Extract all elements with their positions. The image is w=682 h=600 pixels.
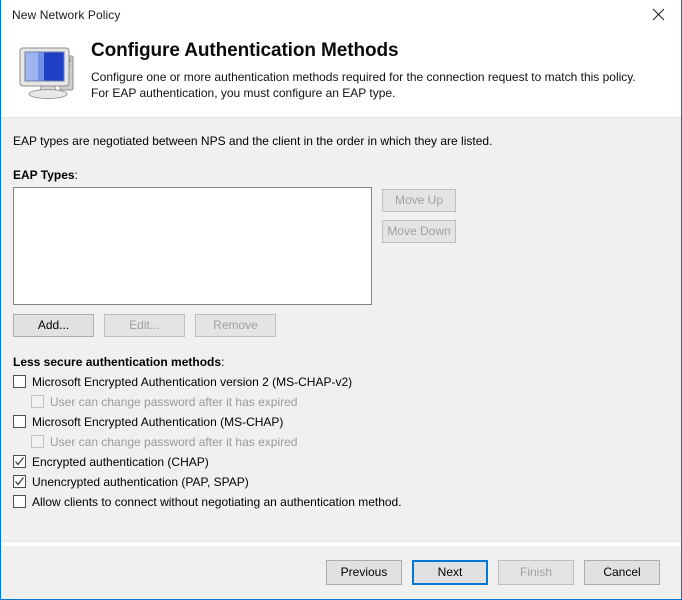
dialog-footer: Previous Next Finish Cancel	[1, 546, 681, 599]
less-secure-label-colon: :	[221, 355, 225, 369]
computer-monitor-icon	[11, 34, 91, 117]
window-title: New Network Policy	[12, 8, 121, 22]
checkbox-no-negotiation[interactable]	[13, 495, 26, 508]
intro-text: EAP types are negotiated between NPS and…	[13, 134, 493, 148]
checkbox-label-chap: Encrypted authentication (CHAP)	[32, 454, 209, 469]
cancel-button[interactable]: Cancel	[584, 560, 660, 585]
checkbox-chap[interactable]	[13, 455, 26, 468]
move-down-button[interactable]: Move Down	[382, 220, 456, 243]
edit-button[interactable]: Edit...	[104, 314, 185, 337]
add-button[interactable]: Add...	[13, 314, 94, 337]
eap-types-label: EAP Types:	[13, 168, 669, 182]
checkbox-pap-spap[interactable]	[13, 475, 26, 488]
dialog-body: EAP types are negotiated between NPS and…	[1, 118, 681, 541]
eap-types-label-text: EAP Types	[13, 168, 75, 182]
remove-button[interactable]: Remove	[195, 314, 276, 337]
new-network-policy-dialog: New Network Policy Configure Authenticat…	[0, 0, 682, 600]
less-secure-methods-label: Less secure authentication methods:	[13, 355, 669, 369]
eap-types-row: Move Up Move Down	[13, 187, 669, 305]
eap-types-list[interactable]	[13, 187, 372, 305]
title-bar: New Network Policy	[1, 0, 681, 30]
eap-order-buttons: Move Up Move Down	[382, 187, 456, 243]
checkbox-mschap-change-password[interactable]	[31, 435, 44, 448]
previous-button[interactable]: Previous	[326, 560, 402, 585]
checkbox-label-mschap: Microsoft Encrypted Authentication (MS-C…	[32, 414, 284, 429]
checkbox-label-mschap-change-password: User can change password after it has ex…	[50, 434, 298, 449]
eap-types-label-colon: :	[74, 168, 78, 182]
less-secure-label-text: Less secure authentication methods	[13, 355, 222, 369]
checkbox-row-mschap[interactable]: Microsoft Encrypted Authentication (MS-C…	[13, 412, 669, 431]
checkbox-row-pap-spap[interactable]: Unencrypted authentication (PAP, SPAP)	[13, 472, 669, 491]
checkbox-row-mschapv2[interactable]: Microsoft Encrypted Authentication versi…	[13, 372, 669, 391]
checkbox-row-chap[interactable]: Encrypted authentication (CHAP)	[13, 452, 669, 471]
move-up-button[interactable]: Move Up	[382, 189, 456, 212]
page-title: Configure Authentication Methods	[91, 40, 399, 61]
eap-list-action-buttons: Add... Edit... Remove	[13, 314, 669, 337]
checkbox-label-no-negotiation: Allow clients to connect without negotia…	[32, 494, 402, 509]
checkbox-row-mschap-change-password[interactable]: User can change password after it has ex…	[13, 432, 669, 451]
checkbox-mschap[interactable]	[13, 415, 26, 428]
dialog-header: Configure Authentication Methods Configu…	[1, 30, 681, 118]
checkbox-mschapv2-change-password[interactable]	[31, 395, 44, 408]
page-description: Configure one or more authentication met…	[91, 70, 636, 100]
next-button[interactable]: Next	[412, 560, 488, 585]
checkbox-mschapv2[interactable]	[13, 375, 26, 388]
checkbox-label-mschapv2: Microsoft Encrypted Authentication versi…	[32, 374, 353, 389]
checkbox-label-mschapv2-change-password: User can change password after it has ex…	[50, 394, 298, 409]
finish-button[interactable]: Finish	[498, 560, 574, 585]
checkbox-row-no-negotiation[interactable]: Allow clients to connect without negotia…	[13, 492, 669, 511]
close-icon	[652, 8, 665, 21]
checkbox-row-mschapv2-change-password[interactable]: User can change password after it has ex…	[13, 392, 669, 411]
checkbox-label-pap-spap: Unencrypted authentication (PAP, SPAP)	[32, 474, 249, 489]
header-text-block: Configure Authentication Methods Configu…	[91, 34, 674, 117]
close-button[interactable]	[636, 0, 681, 29]
